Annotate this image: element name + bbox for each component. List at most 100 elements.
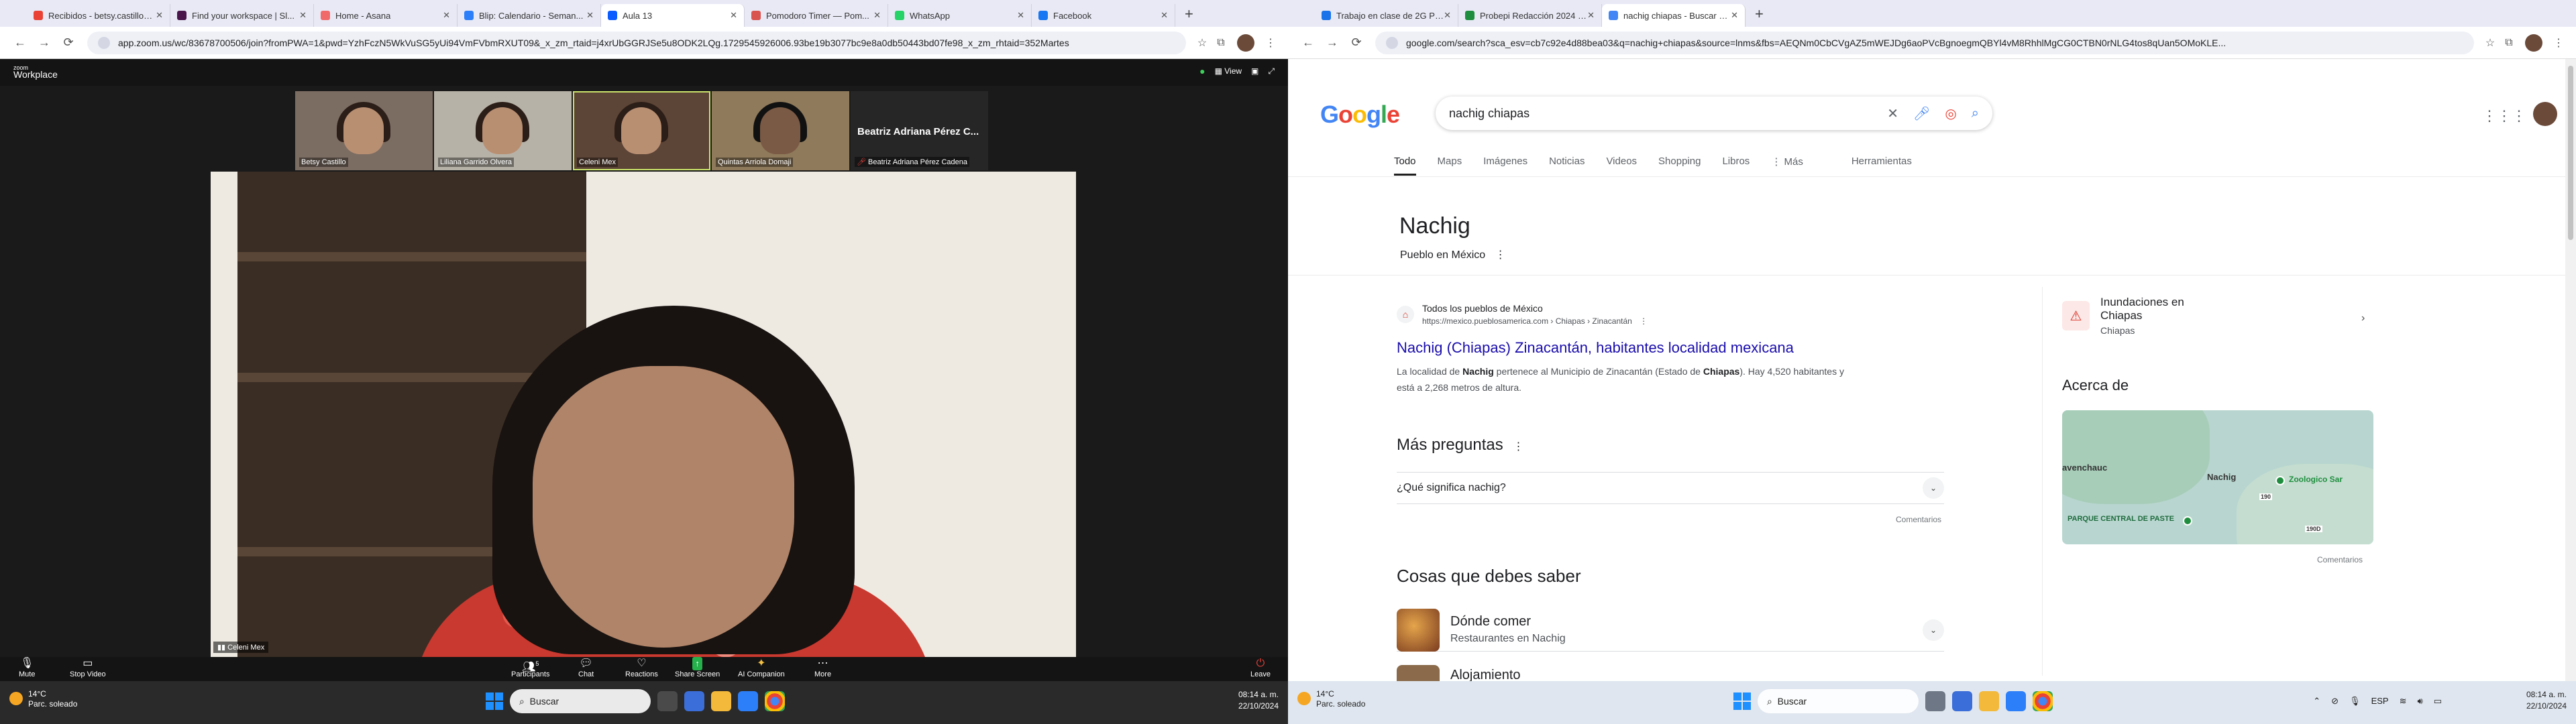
alert-card[interactable]: ⚠ Inundaciones en Chiapas Chiapas: [2062, 294, 2220, 338]
browser-tab[interactable]: Home - Asana ✕: [314, 4, 458, 27]
extensions-icon[interactable]: ⧉: [2500, 37, 2518, 49]
stop-video-button[interactable]: ▭ Stop Video: [70, 657, 106, 678]
lens-icon[interactable]: ◎: [1945, 105, 1956, 122]
weather-widget[interactable]: 14°C Parc. soleado: [1297, 689, 1365, 709]
participant-tile[interactable]: Quintas Arriola Domaji: [712, 91, 849, 170]
taskbar-clock[interactable]: 08:14 a. m. 22/10/2024: [1238, 689, 1279, 712]
chevron-up-icon[interactable]: ⌃: [2313, 696, 2320, 707]
search-tab[interactable]: Imágenes: [1483, 156, 1527, 176]
new-tab-icon[interactable]: +: [1746, 4, 1773, 27]
close-tab-icon[interactable]: ✕: [1444, 10, 1451, 21]
language-indicator[interactable]: ESP: [2371, 696, 2389, 707]
profile-avatar[interactable]: [1237, 34, 1254, 52]
participant-tile[interactable]: Liliana Garrido Olvera: [434, 91, 572, 170]
volume-icon[interactable]: 🔊︎: [2418, 696, 2423, 707]
paa-question[interactable]: ¿Qué significa nachig? ⌄: [1397, 472, 1944, 504]
chat-button[interactable]: 💬︎ Chat: [578, 657, 594, 678]
browser-tab[interactable]: Recibidos - betsy.castillo@... ✕: [27, 4, 170, 27]
close-tab-icon[interactable]: ✕: [299, 10, 307, 21]
google-logo[interactable]: Google: [1320, 101, 1400, 129]
participant-tile-active[interactable]: Celeni Mex: [573, 91, 710, 170]
menu-icon[interactable]: ⋮: [2549, 36, 2568, 50]
search-query[interactable]: nachig chiapas: [1449, 107, 1872, 121]
search-tab[interactable]: Libros: [1722, 156, 1750, 176]
reactions-button[interactable]: ♡ Reactions: [625, 657, 658, 678]
back-icon[interactable]: ←: [8, 36, 32, 50]
taskbar-search[interactable]: ⌕ Buscar: [510, 689, 651, 713]
close-tab-icon[interactable]: ✕: [586, 10, 594, 21]
url-field[interactable]: google.com/search?sca_esv=cb7c92e4d88bea…: [1375, 31, 2474, 54]
search-tab[interactable]: Shopping: [1658, 156, 1701, 176]
leave-button[interactable]: ⏻ Leave: [1250, 657, 1271, 678]
wifi-icon[interactable]: ≋: [2400, 696, 2407, 707]
chrome-icon[interactable]: [2033, 691, 2053, 711]
file-explorer-icon[interactable]: [1979, 691, 1999, 711]
site-info-icon[interactable]: [98, 36, 110, 49]
scrollbar-thumb[interactable]: [2568, 66, 2573, 240]
reload-icon[interactable]: ⟳: [56, 36, 80, 50]
participant-tile[interactable]: Betsy Castillo: [295, 91, 433, 170]
close-tab-icon[interactable]: ✕: [873, 10, 881, 21]
windows-start-icon[interactable]: [486, 692, 503, 710]
weather-widget[interactable]: 14°C Parc. soleado: [9, 689, 77, 709]
task-view-icon[interactable]: [657, 691, 678, 711]
chat-app-icon[interactable]: [684, 691, 704, 711]
more-button[interactable]: ⋯ More: [814, 657, 831, 678]
task-view-icon[interactable]: [1925, 691, 1945, 711]
taskbar-search[interactable]: ⌕ Buscar: [1758, 689, 1919, 713]
profile-avatar[interactable]: [2525, 34, 2542, 52]
browser-tab[interactable]: WhatsApp ✕: [888, 4, 1032, 27]
main-video[interactable]: ▮▮ Celeni Mex: [211, 172, 1076, 657]
search-tab[interactable]: Videos: [1606, 156, 1637, 176]
share-screen-button[interactable]: ↑ Share Screen: [675, 657, 720, 678]
chevron-right-icon[interactable]: ›: [2361, 312, 2365, 324]
paa-feedback-link[interactable]: Comentarios: [1896, 515, 1941, 524]
file-explorer-icon[interactable]: [711, 691, 731, 711]
forward-icon[interactable]: →: [1320, 36, 1344, 50]
view-button[interactable]: ▦ View: [1215, 66, 1242, 76]
close-tab-icon[interactable]: ✕: [1161, 10, 1168, 21]
taskbar-clock[interactable]: 08:14 a. m. 22/10/2024: [2526, 689, 2567, 712]
browser-tab[interactable]: Pomodoro Timer — Pom... ✕: [745, 4, 888, 27]
menu-icon[interactable]: ⋮: [1261, 36, 1280, 50]
star-icon[interactable]: ☆: [2481, 36, 2500, 50]
search-tab[interactable]: Noticias: [1549, 156, 1585, 176]
search-tab[interactable]: Maps: [1438, 156, 1462, 176]
extensions-icon[interactable]: ⧉: [1212, 37, 1230, 49]
chat-app-icon[interactable]: [1952, 691, 1972, 711]
chevron-down-icon[interactable]: ⌄: [1923, 619, 1944, 641]
result-url[interactable]: https://mexico.pueblosamerica.com › Chia…: [1422, 316, 1648, 326]
paa-options-icon[interactable]: ⋮: [1513, 441, 1523, 452]
browser-tab[interactable]: Trabajo en clase de 2G Probep...✕: [1315, 4, 1458, 27]
browser-tab[interactable]: Probepi Redacción 2024 Grupo...✕: [1458, 4, 1602, 27]
result-title-link[interactable]: Nachig (Chiapas) Zinacantán, habitantes …: [1397, 339, 1794, 357]
store-icon[interactable]: [738, 691, 758, 711]
new-tab-icon[interactable]: +: [1175, 4, 1203, 27]
browser-tab[interactable]: nachig chiapas - Buscar con Go...✕: [1602, 4, 1746, 27]
ai-companion-button[interactable]: ✦ AI Companion: [738, 657, 785, 678]
close-tab-icon[interactable]: ✕: [1731, 10, 1738, 21]
scrollbar[interactable]: [2565, 59, 2576, 681]
close-tab-icon[interactable]: ✕: [443, 10, 450, 21]
forward-icon[interactable]: →: [32, 36, 56, 50]
close-tab-icon[interactable]: ✕: [730, 10, 737, 21]
search-tab[interactable]: ⋮ Más: [1771, 156, 1803, 176]
browser-tab[interactable]: Aula 13 ✕: [601, 4, 745, 27]
browser-tab[interactable]: Facebook ✕: [1032, 4, 1175, 27]
clear-icon[interactable]: ✕: [1887, 105, 1898, 122]
layout-icon[interactable]: ▣: [1251, 66, 1258, 76]
browser-tab[interactable]: Blip: Calendario - Seman... ✕: [458, 4, 601, 27]
mute-button[interactable]: 🎙︎ Mute: [19, 657, 35, 678]
close-tab-icon[interactable]: ✕: [1587, 10, 1595, 21]
participant-tile-name-only[interactable]: Beatriz Adriana Pérez C... 🎤︎ Beatriz Ad…: [851, 91, 988, 170]
chrome-icon[interactable]: [765, 691, 785, 711]
search-tab[interactable]: Todo: [1394, 156, 1416, 176]
windows-start-icon[interactable]: [1733, 692, 1751, 710]
chevron-down-icon[interactable]: ⌄: [1923, 477, 1944, 499]
search-icon[interactable]: ⌕: [1972, 106, 1979, 121]
battery-icon[interactable]: ▭: [2434, 696, 2442, 707]
star-icon[interactable]: ☆: [1193, 36, 1212, 50]
account-avatar[interactable]: [2533, 102, 2557, 126]
apps-grid-icon[interactable]: ⋮⋮⋮: [2482, 107, 2526, 125]
back-icon[interactable]: ←: [1296, 36, 1320, 50]
